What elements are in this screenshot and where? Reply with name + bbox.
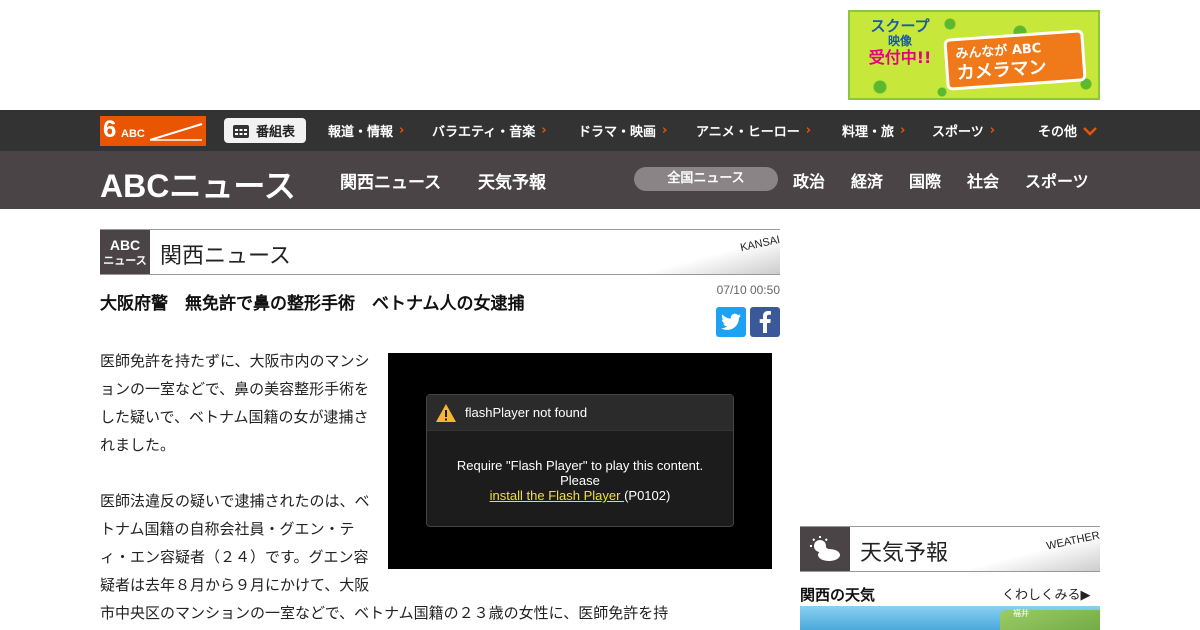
calendar-icon [233, 124, 249, 138]
weather-emblem [800, 527, 850, 571]
nav-drama-movie[interactable]: ドラマ・映画 › [578, 110, 667, 151]
nav-anime-hero-label: アニメ・ヒーロー [696, 125, 800, 140]
nav-economy[interactable]: 経済 [851, 151, 883, 209]
global-nav: 6 ABC 番組表 報道・情報 › バラエティ・音楽 › ドラマ・映画 › アニメ・ヒ… [0, 110, 1200, 151]
article-headline: 大阪府警 無免許で鼻の整形手術 ベトナム人の女逮捕 [100, 294, 525, 314]
abc6-logo[interactable]: 6 ABC [100, 116, 206, 146]
nav-news-info[interactable]: 報道・情報 › [328, 110, 404, 151]
nav-others[interactable]: その他 [1038, 110, 1097, 151]
news-nav: ABCニュース 関西ニュース 天気予報 全国ニュース 政治 経済 国際 社会 ス… [0, 151, 1200, 209]
facebook-icon [759, 311, 771, 333]
nav-sports-label: スポーツ [932, 125, 984, 140]
chevron-right-icon: › [900, 123, 906, 138]
header-gradient [640, 230, 780, 274]
section-title: 関西ニュース [160, 244, 291, 269]
abc-news-emblem: ABC ニュース [100, 230, 150, 274]
ad-cameraman-box: みんなが ABC カメラマン [943, 29, 1087, 91]
chevron-down-icon [1083, 126, 1097, 136]
sun-cloud-icon [810, 536, 840, 561]
video-player[interactable]: flashPlayer not found Require "Flash Pla… [388, 353, 772, 569]
install-flash-link[interactable]: install the Flash Player [490, 488, 624, 503]
emblem-bottom: ニュース [103, 254, 147, 268]
nav-cooking-travel[interactable]: 料理・旅 › [842, 110, 905, 151]
kansai-news-header: ABC ニュース 関西ニュース KANSAI [100, 229, 780, 275]
nav-variety-music[interactable]: バラエティ・音楽 › [432, 110, 547, 151]
article-timestamp: 07/10 00:50 [716, 283, 780, 297]
camera-man-ad-banner[interactable]: スクープ 映像 受付中!! みんなが ABC カメラマン [848, 10, 1100, 100]
logo-six: 6 [103, 116, 117, 143]
tv-schedule-label: 番組表 [256, 125, 296, 140]
nav-variety-music-label: バラエティ・音楽 [432, 125, 536, 140]
nav-international[interactable]: 国際 [909, 151, 941, 209]
chevron-right-icon: › [805, 123, 812, 138]
weather-title: 天気予報 [860, 541, 949, 566]
warning-icon [436, 403, 456, 422]
nav-anime-hero[interactable]: アニメ・ヒーロー › [696, 110, 811, 151]
article-body: flashPlayer not found Require "Flash Pla… [100, 347, 780, 630]
nav-society[interactable]: 社会 [967, 151, 999, 209]
nav-sports-news[interactable]: スポーツ [1025, 151, 1089, 209]
tv-schedule-button[interactable]: 番組表 [224, 118, 306, 143]
error-code: (P0102) [624, 488, 671, 503]
weather-map[interactable]: 福井 [800, 606, 1100, 630]
logo-swoosh-icon [149, 123, 203, 141]
kansai-weather-title: 関西の天気 [800, 586, 876, 604]
chevron-right-icon: › [399, 123, 405, 138]
nav-sports[interactable]: スポーツ › [932, 110, 995, 151]
dialog-body: Require "Flash Player" to play this cont… [427, 431, 733, 503]
dialog-title: flashPlayer not found [465, 404, 588, 420]
nav-politics[interactable]: 政治 [793, 151, 825, 209]
twitter-share-button[interactable] [716, 307, 746, 337]
ad-line3: 受付中!! [868, 48, 932, 68]
national-news-button[interactable]: 全国ニュース [634, 167, 778, 191]
emblem-top: ABC [109, 237, 141, 253]
map-city-label: 福井 [1013, 609, 1029, 618]
twitter-icon [721, 313, 741, 330]
chevron-right-icon: › [662, 123, 668, 138]
weather-header: 天気予報 WEATHER [800, 526, 1100, 572]
ad-left-text: スクープ 映像 受付中!! [860, 17, 940, 68]
weather-more-link[interactable]: くわしくみる▶ [1002, 584, 1091, 603]
dialog-header: flashPlayer not found [427, 395, 733, 431]
dialog-line1: Require "Flash Player" to play this cont… [456, 458, 704, 473]
ad-line1: スクープ [870, 17, 930, 35]
ad-line2: 映像 [887, 34, 912, 49]
facebook-share-button[interactable] [750, 307, 780, 337]
abc-news-logo[interactable]: ABCニュース [100, 161, 296, 207]
chevron-right-icon: › [541, 123, 547, 138]
nav-cooking-travel-label: 料理・旅 [842, 125, 895, 140]
nav-weather[interactable]: 天気予報 [478, 151, 546, 209]
flash-not-found-dialog: flashPlayer not found Require "Flash Pla… [426, 394, 734, 527]
chevron-right-icon: › [989, 123, 996, 138]
nav-others-label: その他 [1038, 125, 1078, 140]
nav-kansai-news[interactable]: 関西ニュース [340, 151, 441, 209]
nav-news-info-label: 報道・情報 [328, 125, 394, 140]
nav-drama-movie-label: ドラマ・映画 [578, 125, 657, 140]
dialog-line2: Please [560, 473, 600, 488]
logo-abc: ABC [121, 128, 145, 140]
